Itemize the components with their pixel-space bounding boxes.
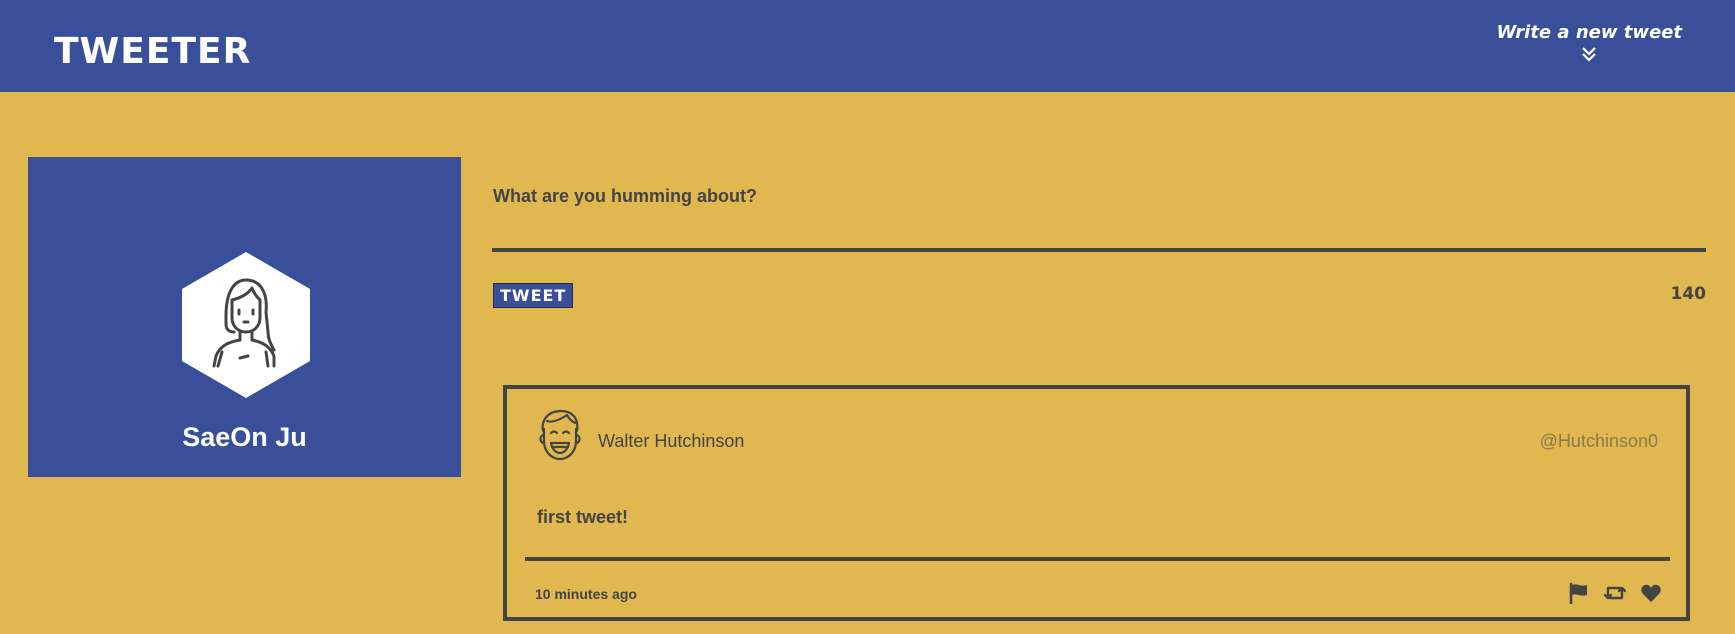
tweet-text-input[interactable]: [492, 218, 1706, 252]
char-counter: 140: [1670, 284, 1707, 304]
write-new-tweet-label: Write a new tweet: [1496, 22, 1682, 43]
write-new-tweet-toggle[interactable]: Write a new tweet: [1496, 22, 1682, 62]
tweet-submit-button[interactable]: TWEET: [493, 283, 574, 308]
tweet-content: first tweet!: [537, 507, 629, 527]
brand-logo: TWEETER: [54, 31, 252, 72]
heart-icon[interactable]: [1640, 582, 1662, 604]
tweet-timestamp: 10 minutes ago: [535, 586, 637, 602]
smiling-person-avatar-icon: [539, 409, 581, 461]
profile-name: SaeOn Ju: [182, 422, 307, 452]
composer-label: What are you humming about?: [493, 186, 757, 206]
person-avatar-icon: [182, 252, 310, 398]
profile-card: SaeOn Ju: [28, 157, 461, 477]
tweet-composer: What are you humming about? TWEET 140: [492, 180, 1706, 308]
tweet-author-name: Walter Hutchinson: [598, 431, 745, 451]
top-navbar: TWEETER Write a new tweet: [0, 0, 1735, 92]
tweet-card: Walter Hutchinson @Hutchinson0 first twe…: [503, 385, 1690, 621]
tweet-actions: [1568, 582, 1662, 604]
double-chevron-down-icon: [1582, 46, 1597, 62]
tweet-divider: [525, 557, 1670, 561]
retweet-icon[interactable]: [1604, 582, 1626, 604]
flag-icon[interactable]: [1568, 582, 1590, 604]
tweet-author-handle: @Hutchinson0: [1539, 431, 1658, 451]
